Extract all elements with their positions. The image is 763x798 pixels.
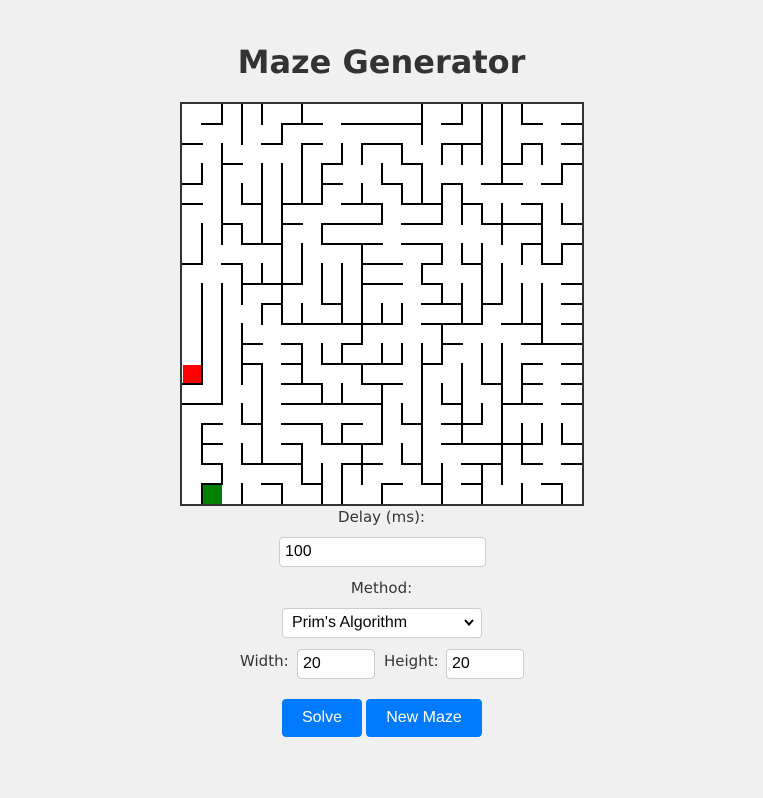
maze-start-cell bbox=[183, 365, 202, 384]
new-maze-button[interactable]: New Maze bbox=[366, 699, 482, 737]
delay-input[interactable]: 100 bbox=[279, 537, 486, 567]
maze-page: Maze Generator Delay (ms): 100 Method: P… bbox=[0, 0, 763, 798]
maze-grid bbox=[182, 104, 582, 504]
page-title: Maze Generator bbox=[237, 43, 526, 81]
height-label: Height: bbox=[384, 652, 439, 670]
method-label: Method: bbox=[350, 579, 413, 597]
chevron-down-icon bbox=[464, 619, 474, 627]
width-label: Width: bbox=[240, 652, 289, 670]
delay-label: Delay (ms): bbox=[338, 508, 425, 526]
solve-button[interactable]: Solve bbox=[282, 699, 362, 737]
maze-walls bbox=[182, 104, 582, 504]
method-select[interactable]: Prim's Algorithm bbox=[282, 608, 482, 638]
width-input[interactable]: 20 bbox=[297, 649, 375, 679]
maze-end-cell bbox=[203, 485, 222, 504]
method-selected-value: Prim's Algorithm bbox=[292, 614, 408, 631]
height-input[interactable]: 20 bbox=[446, 649, 524, 679]
maze-canvas bbox=[180, 102, 584, 506]
